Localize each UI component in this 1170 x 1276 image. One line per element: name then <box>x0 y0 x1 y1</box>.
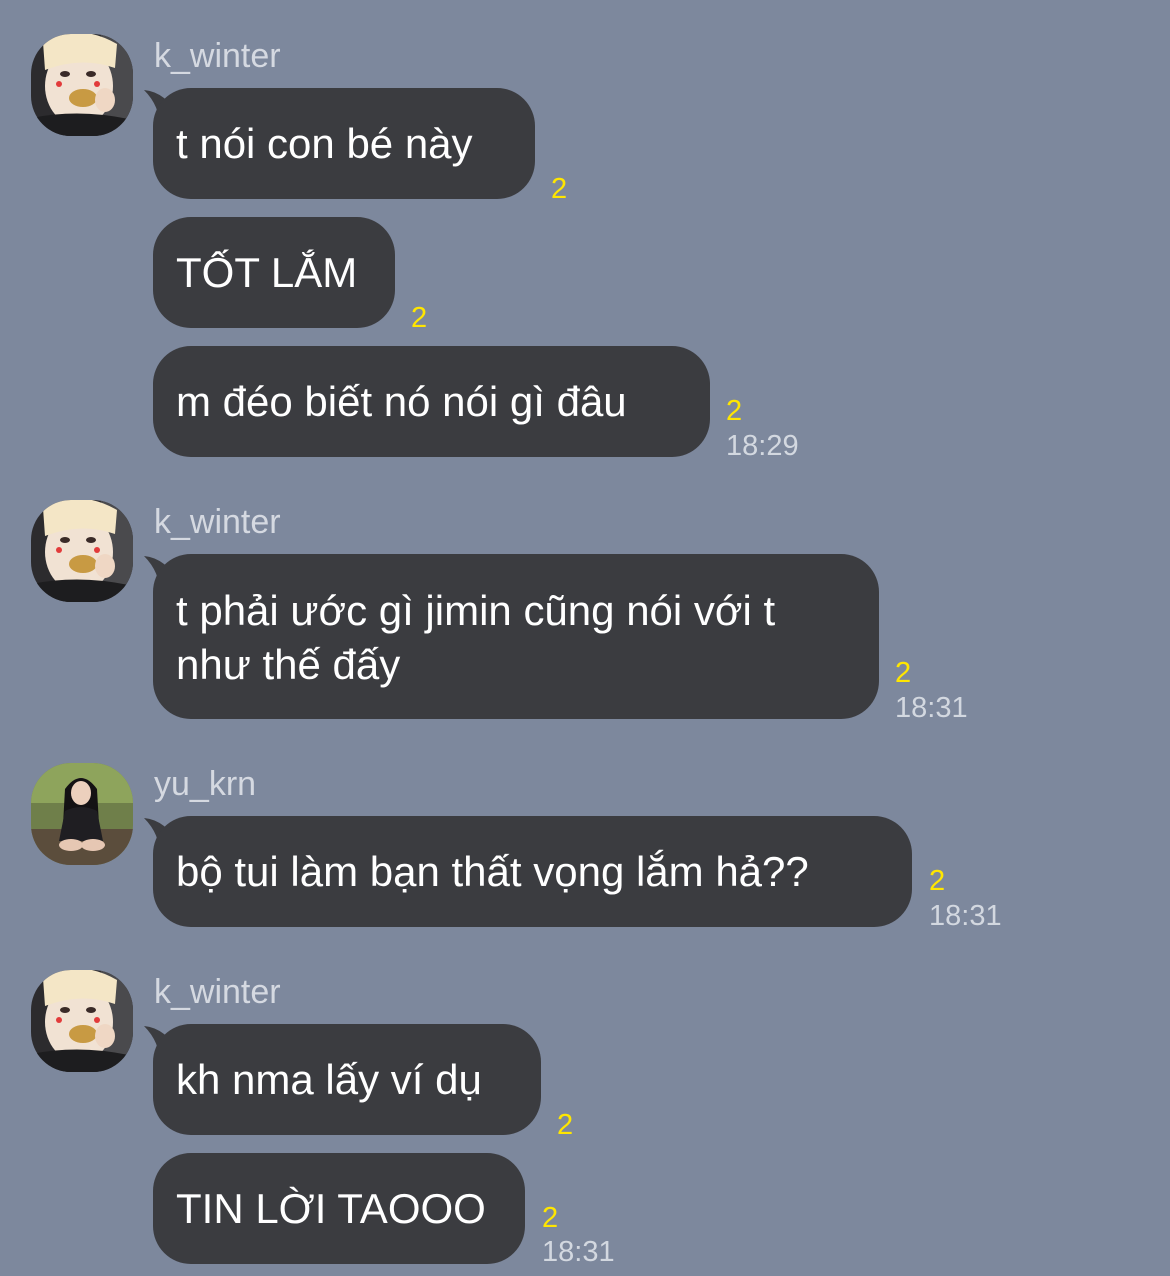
message-bubble[interactable]: TIN LỜI TAOOO <box>153 1153 525 1264</box>
message-bubble[interactable]: TỐT LẮM <box>153 217 395 328</box>
message-bubble[interactable]: t nói con bé này <box>153 88 535 199</box>
unread-count: 2 <box>557 1109 574 1141</box>
k-winter-avatar-image <box>31 500 133 602</box>
sender-avatar[interactable] <box>31 763 133 865</box>
sender-avatar[interactable] <box>31 34 133 136</box>
message-timestamp: 18:29 <box>726 430 799 462</box>
message-timestamp: 18:31 <box>542 1236 615 1268</box>
sender-avatar[interactable] <box>31 500 133 602</box>
unread-count: 2 <box>929 865 946 897</box>
sender-name: yu_krn <box>154 765 257 803</box>
sender-avatar[interactable] <box>31 970 133 1072</box>
message-timestamp: 18:31 <box>895 692 968 724</box>
unread-count: 2 <box>551 173 568 205</box>
sender-name: k_winter <box>154 973 281 1011</box>
yu-krn-avatar-image <box>31 763 133 865</box>
sender-name: k_winter <box>154 503 281 541</box>
message-timestamp: 18:31 <box>929 900 1002 932</box>
unread-count: 2 <box>411 302 428 334</box>
unread-count: 2 <box>542 1202 559 1234</box>
message-bubble[interactable]: bộ tui làm bạn thất vọng lắm hả?? <box>153 816 912 927</box>
k-winter-avatar-image <box>31 970 133 1072</box>
k-winter-avatar-image <box>31 34 133 136</box>
unread-count: 2 <box>726 395 743 427</box>
message-bubble[interactable]: m đéo biết nó nói gì đâu <box>153 346 710 457</box>
sender-name: k_winter <box>154 37 281 75</box>
message-bubble[interactable]: kh nma lấy ví dụ <box>153 1024 541 1135</box>
unread-count: 2 <box>895 657 912 689</box>
message-bubble[interactable]: t phải ước gì jimin cũng nói với t như t… <box>153 554 879 719</box>
